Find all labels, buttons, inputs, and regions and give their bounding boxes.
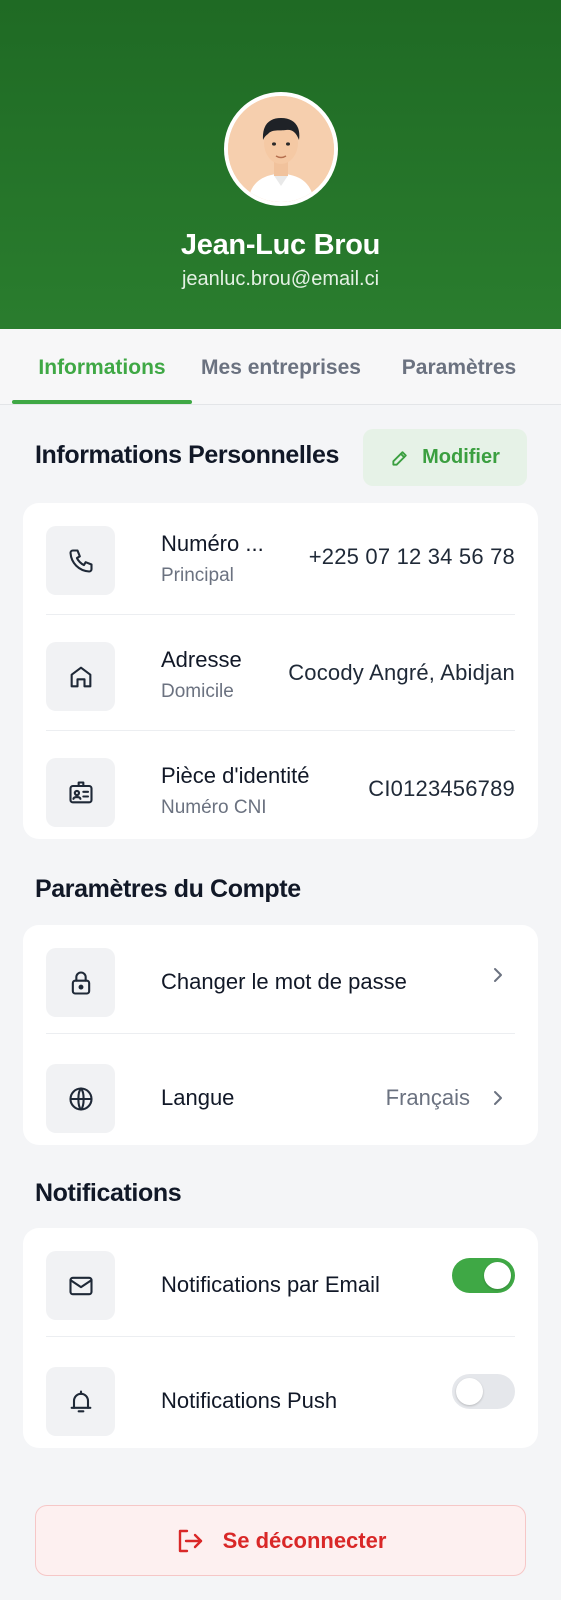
id-card-icon [68, 780, 93, 803]
bell-icon [70, 1389, 91, 1412]
mail-icon-box [46, 1251, 115, 1320]
email-notifications-label: Notifications par Email [161, 1272, 380, 1297]
id-sublabel: Numéro CNI [161, 797, 267, 818]
language-value: Français [385, 1085, 470, 1110]
divider [46, 1033, 515, 1034]
personal-info-title: Informations Personnelles [35, 441, 339, 469]
address-row[interactable]: Adresse Domicile Cocody Angré, Abidjan [46, 619, 515, 735]
personal-info-card: Numéro ... Principal +225 07 12 34 56 78… [23, 503, 538, 839]
globe-icon-box [46, 1064, 115, 1133]
logout-icon [178, 1529, 202, 1552]
profile-header: Jean-Luc Brou jeanluc.brou@email.ci [0, 0, 561, 329]
mail-icon [68, 1276, 93, 1295]
address-label: Adresse [161, 647, 242, 672]
language-row[interactable]: Langue Français [46, 1041, 515, 1157]
phone-label: Numéro ... [161, 531, 264, 556]
divider [46, 1336, 515, 1337]
phone-value: +225 07 12 34 56 78 [308, 544, 515, 569]
address-value: Cocody Angré, Abidjan [288, 660, 515, 685]
notifications-title: Notifications [35, 1179, 182, 1207]
home-icon [70, 666, 91, 687]
change-password-label: Changer le mot de passe [161, 969, 407, 994]
phone-row[interactable]: Numéro ... Principal +225 07 12 34 56 78 [46, 503, 515, 619]
toggle-knob [456, 1378, 483, 1405]
id-value: CI0123456789 [368, 776, 515, 801]
push-notifications-toggle[interactable] [452, 1374, 515, 1409]
tab-informations[interactable]: Informations [12, 329, 192, 405]
id-row[interactable]: Pièce d'identité Numéro CNI CI0123456789 [46, 735, 515, 851]
divider [46, 730, 515, 731]
lock-icon-box [46, 948, 115, 1017]
id-label: Pièce d'identité [161, 763, 310, 788]
bell-icon-box [46, 1367, 115, 1436]
logout-label: Se déconnecter [222, 1527, 387, 1553]
pencil-icon [392, 450, 407, 466]
lock-icon [71, 970, 90, 995]
avatar-illustration [228, 96, 334, 202]
user-name: Jean-Luc Brou [180, 229, 381, 261]
edit-button[interactable]: Modifier [363, 429, 527, 486]
tab-parametres[interactable]: Paramètres [378, 329, 540, 405]
home-icon-box [46, 642, 115, 711]
id-card-icon-box [46, 758, 115, 827]
user-email: jeanluc.brou@email.ci [181, 268, 380, 290]
divider [46, 614, 515, 615]
phone-icon-box [46, 526, 115, 595]
account-settings-title: Paramètres du Compte [35, 875, 301, 903]
notifications-card: Notifications par Email Notifications Pu… [23, 1228, 538, 1448]
avatar[interactable] [224, 92, 338, 206]
push-notifications-label: Notifications Push [161, 1388, 338, 1413]
toggle-knob [484, 1262, 511, 1289]
globe-icon [68, 1086, 93, 1111]
tab-bar: Informations Mes entreprises Paramètres [0, 329, 561, 405]
logout-button[interactable]: Se déconnecter [35, 1505, 526, 1576]
push-notifications-row: Notifications Push [46, 1344, 515, 1460]
account-settings-card: Changer le mot de passe Langue Français [23, 925, 538, 1145]
email-notifications-toggle[interactable] [452, 1258, 515, 1293]
tab-mes-entreprises[interactable]: Mes entreprises [192, 329, 370, 405]
active-tab-indicator [12, 400, 192, 404]
address-sublabel: Domicile [161, 681, 234, 702]
phone-sublabel: Principal [161, 565, 234, 586]
edit-button-label: Modifier [422, 446, 500, 468]
phone-icon [68, 548, 93, 573]
chevron-right-icon [494, 968, 502, 982]
email-notifications-row: Notifications par Email [46, 1228, 515, 1344]
language-label: Langue [161, 1085, 235, 1110]
change-password-row[interactable]: Changer le mot de passe [46, 925, 515, 1041]
chevron-right-icon [494, 1091, 502, 1105]
